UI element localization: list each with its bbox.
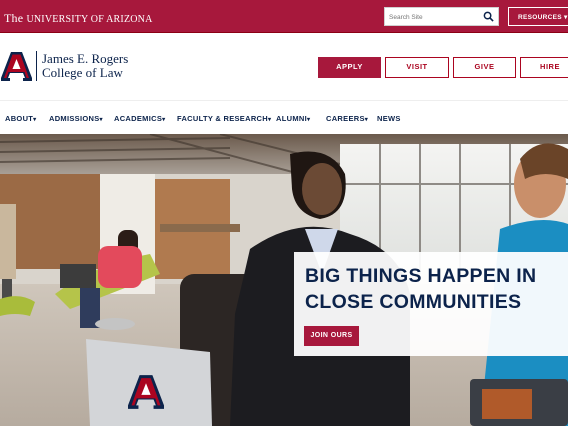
resources-dropdown[interactable]: RESOURCES ▾ xyxy=(508,7,568,26)
nav-item-alumni[interactable]: ALUMNI▾ xyxy=(276,114,310,123)
join-ours-button[interactable]: JOIN OURS xyxy=(304,326,359,346)
chevron-down-icon: ▾ xyxy=(364,117,369,123)
apply-button[interactable]: APPLY xyxy=(318,57,381,78)
chevron-down-icon: ▾ xyxy=(33,117,37,123)
chevron-down-icon: ▾ xyxy=(563,14,568,21)
chevron-down-icon: ▾ xyxy=(267,117,272,123)
give-button[interactable]: GIVE xyxy=(453,57,516,78)
chevron-down-icon: ▾ xyxy=(162,117,166,123)
nav-item-label: FACULTY & RESEARCH xyxy=(177,114,268,123)
chevron-down-icon: ▾ xyxy=(306,117,311,123)
nav-item-about[interactable]: ABOUT▾ xyxy=(5,114,36,123)
college-name-line1: James E. Rogers xyxy=(42,51,129,66)
nav-item-careers[interactable]: CAREERS▾ xyxy=(326,114,368,123)
hire-button[interactable]: HIRE xyxy=(520,57,568,78)
hero-headline-line1: BIG THINGS HAPPEN IN xyxy=(305,265,537,287)
hero-callout: BIG THINGS HAPPEN IN CLOSE COMMUNITIES J… xyxy=(294,252,568,356)
search-box[interactable] xyxy=(384,7,499,26)
nav-item-news[interactable]: NEWS xyxy=(377,114,401,123)
nav-item-label: NEWS xyxy=(377,114,401,123)
nav-item-faculty-research[interactable]: FACULTY & RESEARCH▾ xyxy=(177,114,271,123)
nav-item-label: CAREERS xyxy=(326,114,365,123)
arizona-a-sticker-icon xyxy=(128,375,164,409)
nav-item-academics[interactable]: ACADEMICS▾ xyxy=(114,114,165,123)
logo-divider xyxy=(36,51,37,81)
search-input[interactable] xyxy=(389,11,477,23)
nav-item-label: ALUMNI xyxy=(276,114,307,123)
nav-item-label: ADMISSIONS xyxy=(49,114,100,123)
university-wordmark[interactable]: The University of Arizona xyxy=(4,11,153,26)
nav-item-label: ABOUT xyxy=(5,114,34,123)
search-icon[interactable] xyxy=(483,11,494,22)
resources-label: RESOURCES xyxy=(518,14,562,21)
college-name-line2: College of Law xyxy=(42,65,123,80)
main-nav: ABOUT▾ ADMISSIONS▾ ACADEMICS▾ FACULTY & … xyxy=(0,100,568,134)
nav-item-label: ACADEMICS xyxy=(114,114,163,123)
chevron-down-icon: ▾ xyxy=(99,117,103,123)
arizona-a-logo[interactable] xyxy=(1,52,32,81)
top-bar: The University of Arizona RESOURCES ▾ xyxy=(0,0,568,33)
college-name[interactable]: James E. Rogers College of Law xyxy=(42,52,128,80)
nav-item-admissions[interactable]: ADMISSIONS▾ xyxy=(49,114,103,123)
visit-button[interactable]: VISIT xyxy=(385,57,449,78)
hero-headline-line2: CLOSE COMMUNITIES xyxy=(305,291,522,313)
hero-headline: BIG THINGS HAPPEN IN CLOSE COMMUNITIES xyxy=(305,263,567,315)
